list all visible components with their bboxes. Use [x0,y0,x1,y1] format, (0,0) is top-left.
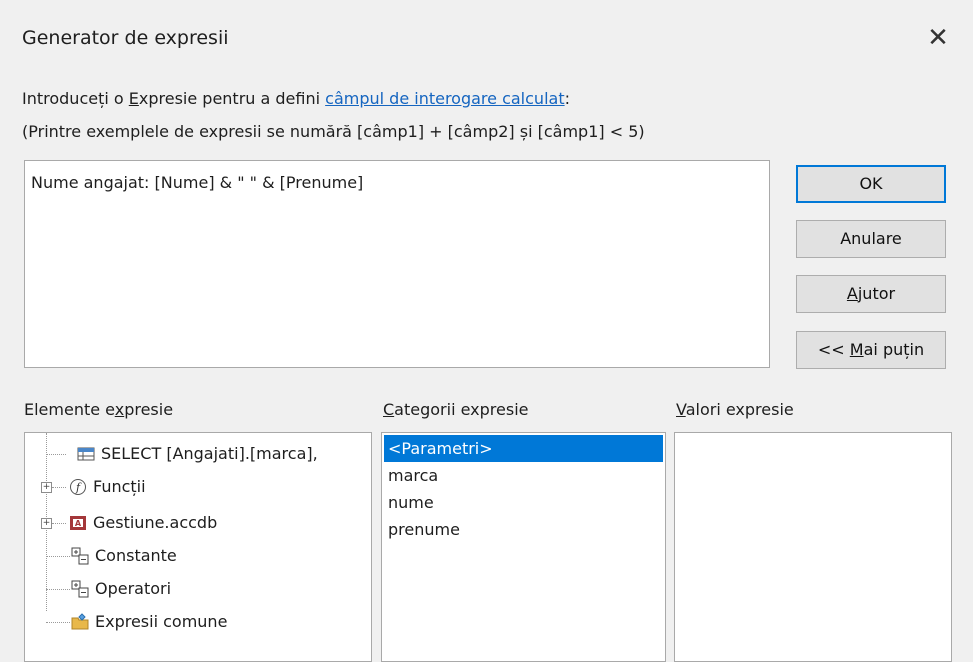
less-prefix: << [817,340,850,359]
category-item[interactable]: marca [382,462,665,489]
help-access-key: A [846,284,858,303]
tree-connector [46,622,70,623]
categories-label: Categorii expresie [383,400,528,419]
close-icon[interactable]: ✕ [918,18,958,58]
tree-item-common-expressions[interactable]: Expresii comune [25,607,371,637]
tree-connector [52,487,66,488]
elements-label: Elemente expresie [24,400,173,419]
tree-item-functions[interactable]: + f Funcții [25,472,371,502]
tree-connector [52,523,66,524]
less-access-key: M [849,340,864,359]
expand-icon[interactable]: + [41,482,52,493]
tree-item-constants[interactable]: Constante [25,541,371,571]
intro-text-before: Introduceți o [22,89,129,108]
less-button[interactable]: << Mai puțin [796,331,946,369]
less-label: ai puțin [863,340,925,359]
categories-access-key: C [383,400,395,419]
category-item[interactable]: prenume [382,516,665,543]
function-icon: f [70,479,86,495]
tree-connector [46,589,70,590]
ok-button[interactable]: OK [796,165,946,203]
svg-text:A: A [75,519,82,528]
tree-item-label: Operatori [95,579,172,598]
categories-label-rest: ategorii expresie [394,400,529,419]
intro-text-middle: xpresie pentru a defini [138,89,326,108]
tree-connector [46,556,70,557]
elements-access-key: x [114,400,125,419]
values-label-rest: alori expresie [685,400,794,419]
expression-elements-tree[interactable]: SELECT [Angajati].[marca], + f Funcții +… [24,432,372,662]
values-access-key: V [676,400,686,419]
help-button[interactable]: Ajutor [796,275,946,313]
tree-item-label: SELECT [Angajati].[marca], [101,444,318,463]
intro-text: Introduceți o Expresie pentru a defini c… [22,89,570,108]
database-icon: A [70,516,86,530]
tree-item-label: Expresii comune [95,612,228,631]
operators-icon [71,580,89,598]
query-icon [77,447,95,461]
expression-input[interactable]: Nume angajat: [Nume] & " " & [Prenume] [24,160,770,368]
intro-access-key: E [128,89,139,108]
common-expressions-icon [71,613,89,630]
intro-text-after: : [564,89,570,108]
examples-text: (Printre exemplele de expresii se numără… [22,122,645,141]
constants-icon [71,547,89,565]
tree-item-label: Constante [95,546,177,565]
category-item[interactable]: nume [382,489,665,516]
dialog-title: Generator de expresii [22,27,229,49]
expression-categories-list[interactable]: <Parametri> marca nume prenume [381,432,666,662]
help-label: jutor [857,284,896,303]
expression-values-list[interactable] [674,432,952,662]
category-item-selected[interactable]: <Parametri> [384,435,663,462]
expand-icon[interactable]: + [41,518,52,529]
tree-connector [46,454,66,455]
calculated-field-link[interactable]: câmpul de interogare calculat [325,89,564,108]
tree-item-label: Funcții [93,477,146,496]
tree-item-select-query[interactable]: SELECT [Angajati].[marca], [25,439,371,469]
tree-item-label: Gestiune.accdb [93,513,218,532]
tree-item-operators[interactable]: Operatori [25,574,371,604]
cancel-button[interactable]: Anulare [796,220,946,258]
elements-label-b: presie [124,400,174,419]
elements-label-a: Elemente e [24,400,115,419]
values-label: Valori expresie [676,400,794,419]
tree-item-database[interactable]: + A Gestiune.accdb [25,508,371,538]
